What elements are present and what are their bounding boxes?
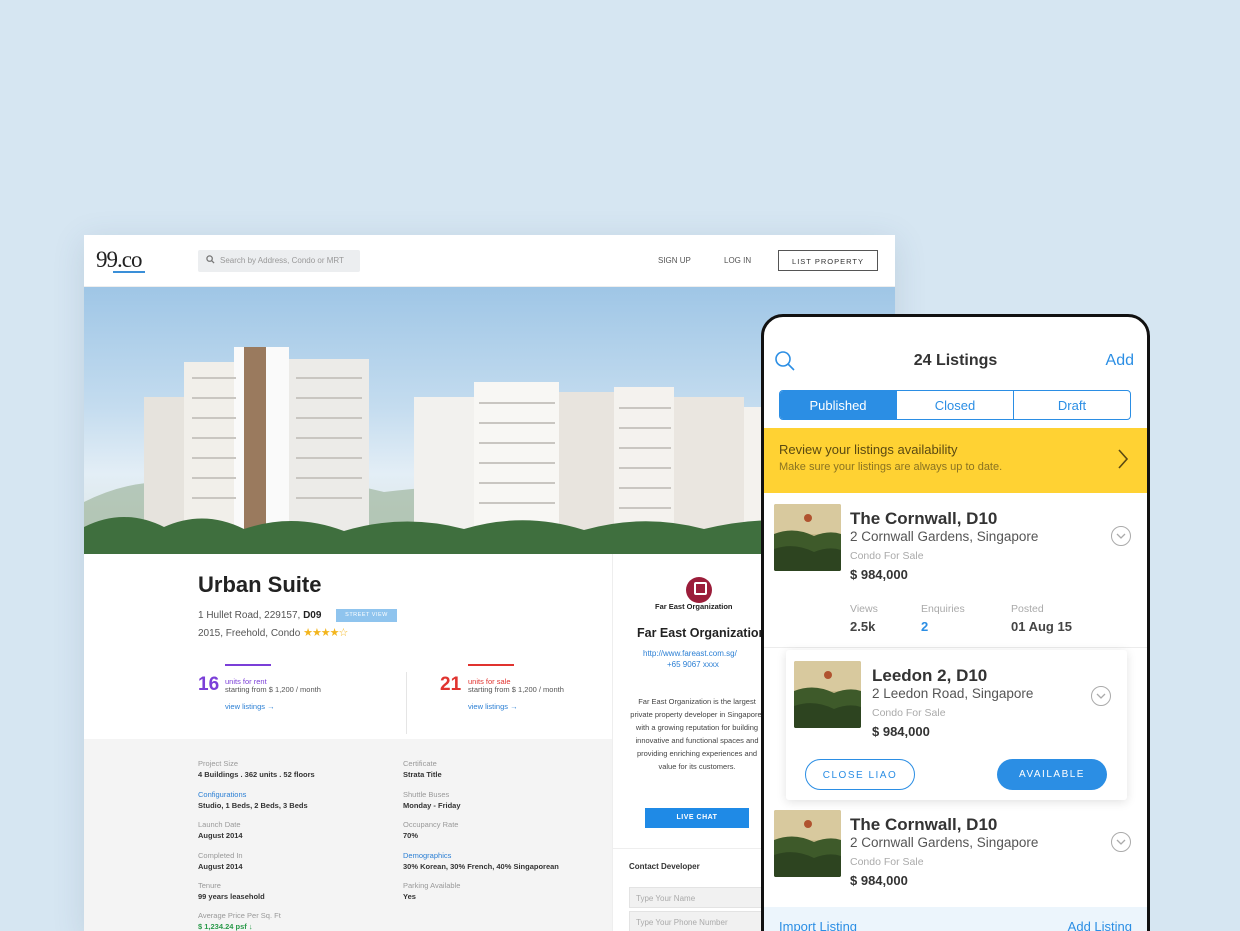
import-listing-link[interactable]: Import Listing bbox=[779, 919, 857, 931]
tab-published[interactable]: Published bbox=[780, 391, 896, 419]
close-liao-button[interactable]: CLOSE LIAO bbox=[805, 759, 915, 790]
rent-count: 16 bbox=[198, 674, 220, 695]
stat-value-views: 2.5k bbox=[850, 619, 876, 634]
live-chat-button[interactable]: LIVE CHAT bbox=[645, 808, 749, 828]
fact-tenure: Tenure 99 years leasehold bbox=[198, 881, 265, 901]
listing-title[interactable]: The Cornwall, D10 bbox=[850, 509, 997, 529]
banner-subtitle: Make sure your listings are always up to… bbox=[779, 461, 1003, 473]
property-meta: 2015, Freehold, Condo ★★★★☆ bbox=[198, 627, 348, 639]
chevron-down-icon[interactable] bbox=[1111, 526, 1131, 546]
list-property-button[interactable]: LIST PROPERTY bbox=[778, 250, 878, 271]
listing-type: Condo For Sale bbox=[850, 856, 924, 868]
listing-title[interactable]: Leedon 2, D10 bbox=[872, 666, 987, 686]
rent-view-listings-link[interactable]: view listings → bbox=[225, 702, 275, 711]
add-button[interactable]: Add bbox=[1106, 352, 1134, 370]
property-details: Urban Suite 1 Hullet Road, 229157, D09 S… bbox=[84, 554, 612, 739]
search-icon bbox=[206, 255, 215, 264]
fact-certificate: Certificate Strata Title bbox=[403, 759, 442, 779]
log-in-link[interactable]: LOG IN bbox=[724, 256, 751, 265]
search-input[interactable]: Search by Address, Condo or MRT bbox=[198, 250, 360, 272]
fact-avg-price: Average Price Per Sq. Ft $ 1,234.24 psf ↓ bbox=[198, 911, 281, 931]
bottom-bar: Import Listing Add Listing bbox=[764, 907, 1147, 931]
listing-address: 2 Cornwall Gardens, Singapore bbox=[850, 529, 1039, 544]
logo[interactable]: 99.co bbox=[96, 247, 142, 273]
developer-logo-text: Far East Organization bbox=[655, 602, 733, 611]
listing-thumbnail[interactable] bbox=[774, 810, 841, 877]
listing-type: Condo For Sale bbox=[850, 550, 924, 562]
property-title: Urban Suite bbox=[198, 572, 322, 597]
expanded-listing-card: Leedon 2, D10 2 Leedon Road, Singapore C… bbox=[786, 650, 1127, 800]
sale-view-listings-link[interactable]: view listings → bbox=[468, 702, 518, 711]
tab-closed[interactable]: Closed bbox=[896, 391, 1013, 419]
review-banner[interactable]: Review your listings availability Make s… bbox=[764, 428, 1147, 493]
project-facts: Project Size 4 Buildings . 362 units . 52… bbox=[84, 739, 612, 931]
listing-price: $ 984,000 bbox=[850, 567, 908, 582]
available-button[interactable]: AVAILABLE bbox=[997, 759, 1107, 790]
banner-title: Review your listings availability bbox=[779, 442, 958, 457]
fact-configurations[interactable]: Configurations Studio, 1 Beds, 2 Beds, 3 … bbox=[198, 790, 308, 810]
developer-logo bbox=[686, 577, 712, 603]
rent-accent-line bbox=[225, 664, 271, 666]
developer-name: Far East Organization bbox=[637, 626, 767, 640]
stat-label-enquiries: Enquiries bbox=[921, 603, 965, 615]
divider bbox=[764, 647, 1147, 648]
chevron-right-icon bbox=[1118, 449, 1129, 469]
developer-url-link[interactable]: http://www.fareast.com.sg/ bbox=[643, 649, 737, 658]
stat-label-posted: Posted bbox=[1011, 603, 1044, 615]
listing-thumbnail[interactable] bbox=[774, 504, 841, 571]
mobile-app: 24 Listings Add Published Closed Draft R… bbox=[761, 314, 1150, 931]
sale-from: starting from $ 1,200 / month bbox=[468, 685, 564, 694]
developer-description: Far East Organization is the largest pri… bbox=[630, 697, 764, 771]
name-field[interactable]: Type Your Name bbox=[629, 887, 769, 908]
sale-accent-line bbox=[468, 664, 514, 666]
rating-stars: ★★★★☆ bbox=[303, 627, 348, 639]
chevron-down-icon[interactable] bbox=[1111, 832, 1131, 852]
listing-thumbnail[interactable] bbox=[794, 661, 861, 728]
stat-value-posted: 01 Aug 15 bbox=[1011, 619, 1072, 634]
sale-count: 21 bbox=[440, 674, 462, 695]
tab-draft[interactable]: Draft bbox=[1013, 391, 1130, 419]
search-placeholder: Search by Address, Condo or MRT bbox=[220, 256, 344, 265]
listing-address: 2 Cornwall Gardens, Singapore bbox=[850, 835, 1039, 850]
status-tabs: Published Closed Draft bbox=[779, 390, 1131, 420]
fact-parking: Parking Available Yes bbox=[403, 881, 461, 901]
sign-up-link[interactable]: SIGN UP bbox=[658, 256, 691, 265]
fact-demographics[interactable]: Demographics 30% Korean, 30% French, 40% … bbox=[403, 851, 559, 871]
fact-project-size: Project Size 4 Buildings . 362 units . 52… bbox=[198, 759, 315, 779]
developer-phone-link[interactable]: +65 9067 xxxx bbox=[667, 660, 719, 669]
listing-price: $ 984,000 bbox=[850, 873, 908, 888]
rent-from: starting from $ 1,200 / month bbox=[225, 685, 321, 694]
fact-launch-date: Launch Date August 2014 bbox=[198, 820, 243, 840]
listing-title[interactable]: The Cornwall, D10 bbox=[850, 815, 997, 835]
street-view-button[interactable]: STREET VIEW bbox=[336, 609, 397, 622]
add-listing-link[interactable]: Add Listing bbox=[1068, 919, 1132, 931]
phone-field[interactable]: Type Your Phone Number bbox=[629, 911, 769, 931]
stat-divider bbox=[406, 672, 407, 734]
fact-completed-in: Completed In August 2014 bbox=[198, 851, 243, 871]
chevron-down-icon[interactable] bbox=[1091, 686, 1111, 706]
district: D09 bbox=[303, 610, 322, 621]
fact-occupancy-rate: Occupancy Rate 70% bbox=[403, 820, 459, 840]
property-address: 1 Hullet Road, 229157, D09 bbox=[198, 610, 322, 621]
listing-price: $ 984,000 bbox=[872, 724, 930, 739]
listings-title: 24 Listings bbox=[913, 352, 998, 369]
logo-underline bbox=[113, 271, 145, 273]
contact-developer-heading: Contact Developer bbox=[629, 862, 700, 871]
fact-shuttle-buses: Shuttle Buses Monday - Friday bbox=[403, 790, 461, 810]
listing-type: Condo For Sale bbox=[872, 707, 946, 719]
listing-address: 2 Leedon Road, Singapore bbox=[872, 686, 1034, 701]
stat-label-views: Views bbox=[850, 603, 878, 615]
stat-value-enquiries[interactable]: 2 bbox=[921, 619, 928, 634]
top-nav: 99.co Search by Address, Condo or MRT SI… bbox=[84, 235, 895, 287]
